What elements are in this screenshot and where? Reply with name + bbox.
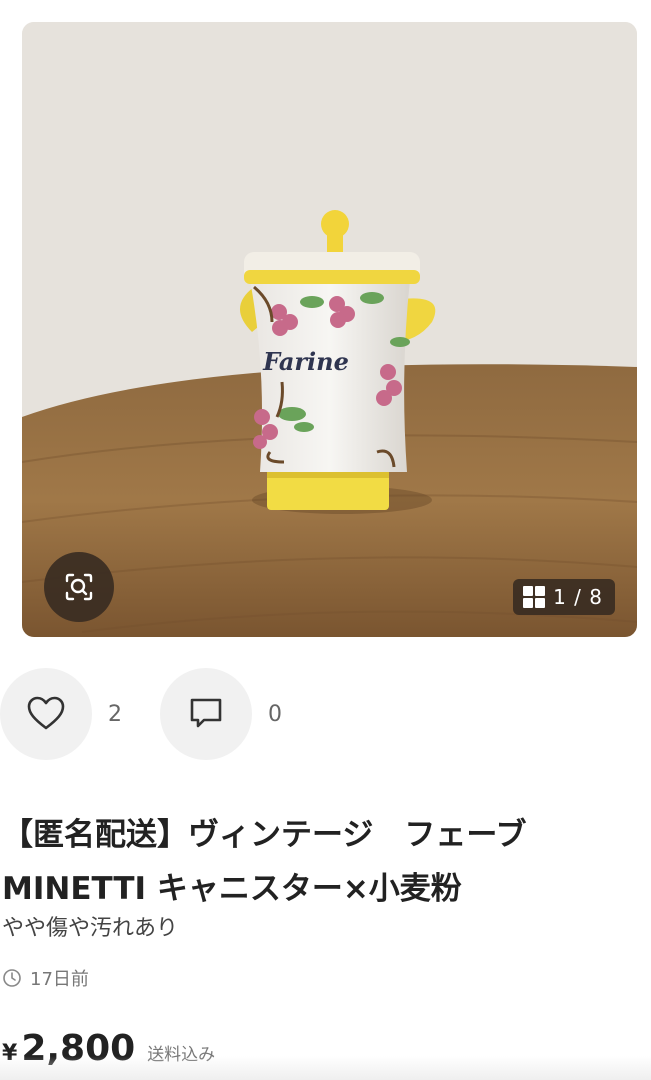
shipping-note: 送料込み bbox=[147, 1045, 216, 1065]
price-amount: 2,800 bbox=[21, 1028, 136, 1069]
scan-search-icon bbox=[65, 573, 93, 601]
posted-time-text: 17日前 bbox=[30, 969, 89, 990]
heart-icon bbox=[27, 696, 65, 730]
comment-icon bbox=[190, 698, 222, 728]
item-title-line1: 【匿名配送】ヴィンテージ フェーブ bbox=[2, 817, 527, 853]
grid-icon bbox=[523, 586, 546, 608]
jar-label-text: Farine bbox=[262, 347, 349, 376]
item-title-line2: MINETTI キャニスター×小麦粉 bbox=[2, 871, 462, 907]
item-title: 【匿名配送】ヴィンテージ フェーブ MINETTI キャニスター×小麦粉 bbox=[2, 808, 642, 916]
comment-button[interactable] bbox=[160, 668, 252, 760]
price-currency: ¥ bbox=[2, 1041, 18, 1066]
item-condition: やや傷や汚れあり bbox=[2, 916, 179, 941]
comment-count: 0 bbox=[268, 701, 282, 727]
posted-time: 17日前 bbox=[2, 965, 89, 991]
price: ¥ 2,800 送料込み bbox=[2, 1028, 215, 1069]
product-photo-illustration: Farine bbox=[22, 22, 637, 637]
image-counter-text: 1 / 8 bbox=[553, 585, 603, 609]
product-image[interactable]: Farine 1 / 8 bbox=[22, 22, 637, 637]
action-row: 2 0 bbox=[0, 668, 320, 760]
zoom-button[interactable] bbox=[44, 552, 114, 622]
image-counter[interactable]: 1 / 8 bbox=[513, 579, 615, 615]
like-button[interactable] bbox=[0, 668, 92, 760]
like-count: 2 bbox=[108, 701, 122, 727]
clock-icon bbox=[3, 969, 21, 987]
